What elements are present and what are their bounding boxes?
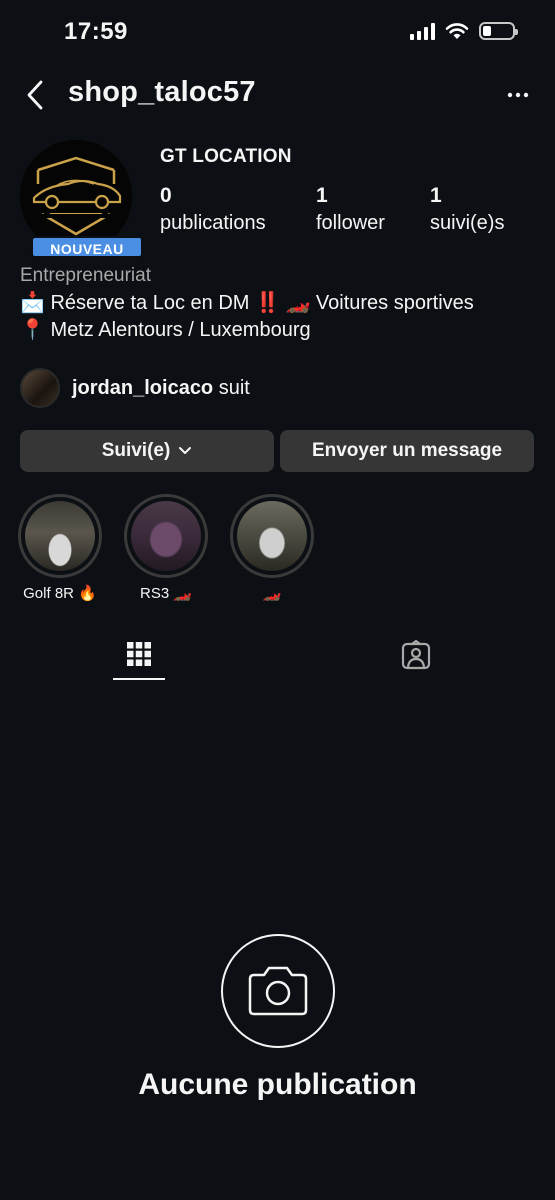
empty-state-title: Aucune publication [138,1068,417,1101]
empty-state: Aucune publication [0,934,555,1102]
wifi-icon [445,23,469,39]
highlight-cover [25,501,95,571]
send-message-button[interactable]: Envoyer un message [280,430,534,472]
send-message-button-label: Envoyer un message [311,440,503,461]
profile-header: shop_taloc57 [0,72,555,118]
tab-tagged[interactable] [390,630,442,680]
cellular-signal-icon [410,22,435,40]
stat-following[interactable]: 1 suivi(e)s [430,184,504,235]
new-badge: NOUVEAU [31,236,143,258]
back-arrow-icon[interactable] [24,78,48,112]
more-options-icon[interactable] [505,82,531,108]
stat-posts-count: 0 [160,184,172,207]
highlight-label: Golf 8R 🔥 [23,585,97,602]
bio-line: 📍 Metz Alentours / Luxembourg [20,319,311,341]
status-icons [410,22,518,40]
follower-avatar [20,368,60,408]
highlight-label: RS3 🏎️ [139,585,193,602]
highlight-ring [230,494,314,578]
status-time: 17:59 [64,18,128,45]
highlight-item[interactable]: 🏎️ [229,494,315,602]
follower-username: jordan_loicaco [72,376,214,399]
profile-username: shop_taloc57 [68,76,256,108]
highlight-cover [131,501,201,571]
highlight-ring [18,494,102,578]
highlight-item[interactable]: Golf 8R 🔥 [17,494,103,602]
highlight-ring [124,494,208,578]
chevron-down-icon [179,447,192,454]
empty-state-circle [220,934,335,1048]
following-button-label: Suivi(e) [101,440,171,461]
grid-icon [127,642,151,666]
stat-posts-label: publications [160,212,266,234]
highlight-cover [237,501,307,571]
highlight-label: 🏎️ [262,585,282,602]
stat-following-count: 1 [430,184,442,207]
stat-following-label: suivi(e)s [430,212,505,234]
tab-posts-grid[interactable] [113,630,165,680]
profile-display-name: GT LOCATION [160,146,292,167]
stat-followers[interactable]: 1 follower [316,184,385,235]
battery-icon [479,22,518,40]
bio-line: 📩 Réserve ta Loc en DM ‼️ 🏎️ Voitures sp… [20,292,474,314]
stat-posts: 0 publications [160,184,266,235]
tagged-person-icon [401,640,431,670]
status-bar: 17:59 [0,0,555,66]
followed-by-text: jordan_loicaco suit [72,377,250,400]
profile-category: Entrepreneuriat [20,265,151,286]
followed-by[interactable]: jordan_loicaco suit [20,368,250,408]
followed-by-suffix: suit [213,376,250,399]
following-button[interactable]: Suivi(e) [20,430,274,472]
profile-avatar-container[interactable]: NOUVEAU [20,140,143,258]
profile-tabs [0,630,555,680]
stat-followers-label: follower [316,212,385,234]
highlight-item[interactable]: RS3 🏎️ [123,494,209,602]
camera-icon [248,966,307,1016]
stat-followers-count: 1 [316,184,328,207]
